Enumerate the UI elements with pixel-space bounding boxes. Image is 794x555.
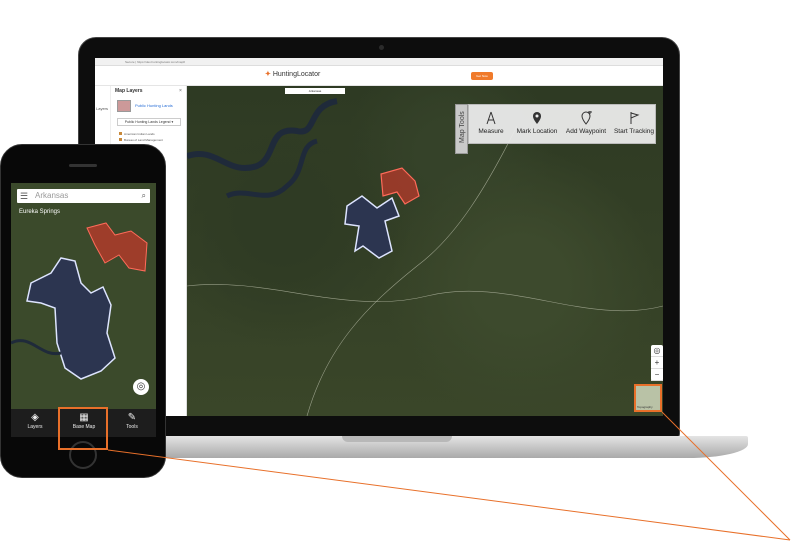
callout-connector [107, 411, 791, 541]
callout-line [107, 449, 791, 541]
product-showcase: Secure | https://dev.huntinglocator.com/… [0, 0, 794, 555]
callout-line [661, 411, 791, 541]
